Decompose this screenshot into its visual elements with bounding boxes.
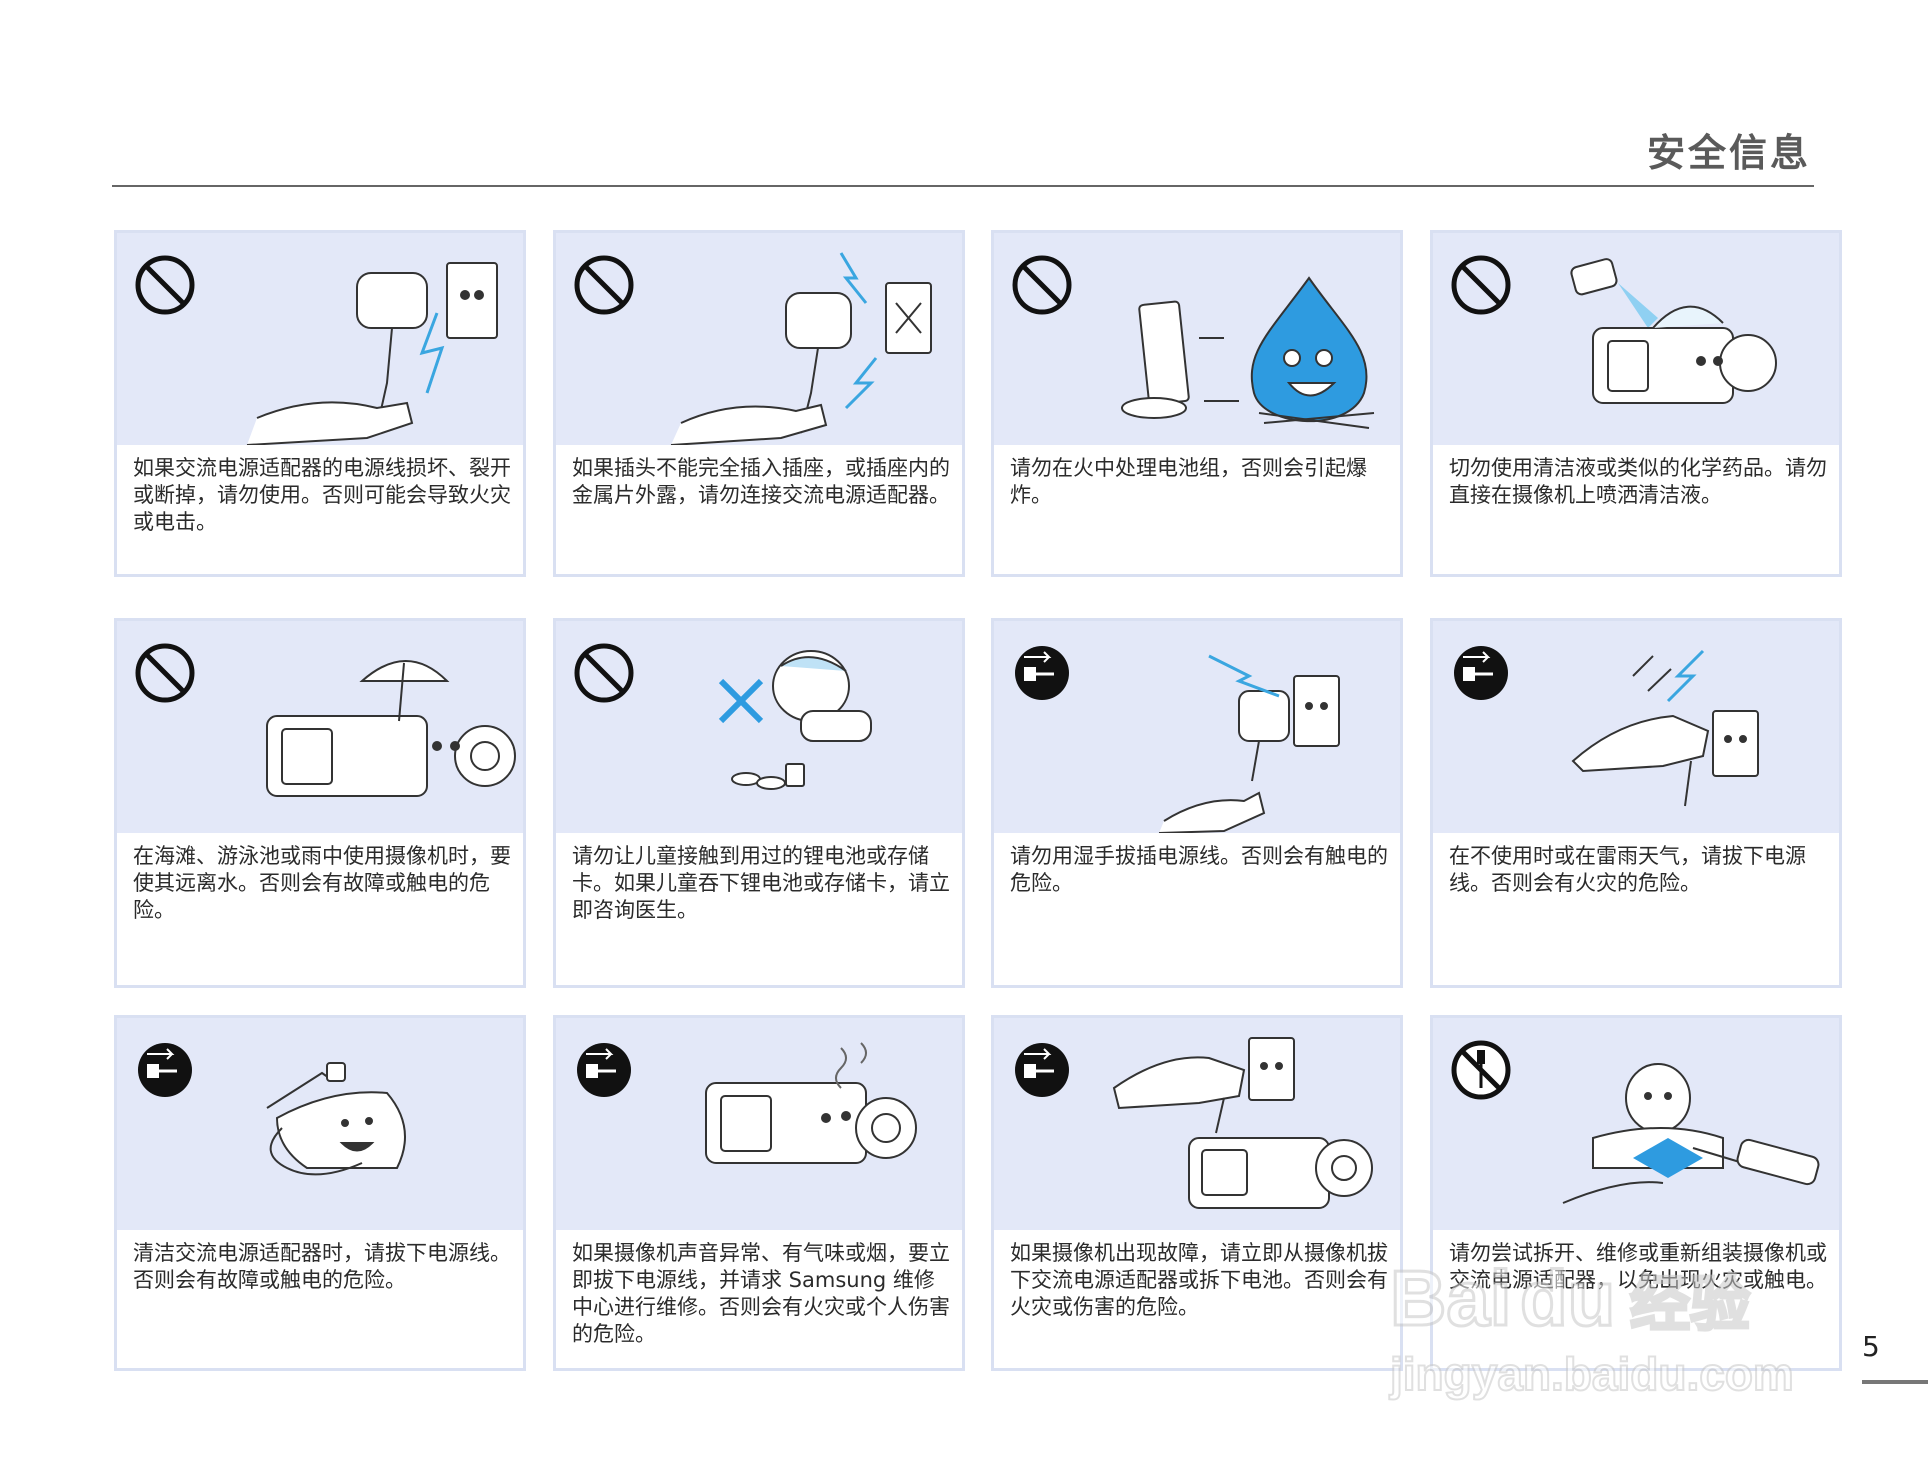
card-illustration	[1433, 621, 1839, 833]
card-illustration	[994, 1018, 1400, 1230]
card-text: 切勿使用清洁液或类似的化学药品。请勿直接在摄像机上喷洒清洁液。	[1449, 456, 1827, 507]
card-illustration	[556, 233, 962, 445]
safety-card-5: 在海滩、游泳池或雨中使用摄像机时，要使其远离水。否则会有故障或触电的危险。	[114, 618, 526, 988]
card-illustration	[1433, 1018, 1839, 1230]
card-text: 如果交流电源适配器的电源线损坏、裂开或断掉，请勿使用。否则可能会导致火灾或电击。	[133, 456, 511, 534]
baidu-watermark: Bai du 经验 jingyan.baidu.com	[1370, 1250, 1840, 1414]
page-number-bar	[1862, 1380, 1928, 1384]
safety-card-2: 如果插头不能完全插入插座，或插座内的金属片外露，请勿连接交流电源适配器。	[553, 230, 965, 577]
loose-plug-illustration	[670, 252, 932, 445]
unplug-icon	[577, 1043, 631, 1097]
svg-text:du: du	[1520, 1254, 1615, 1342]
svg-text:jingyan.baidu.com: jingyan.baidu.com	[1389, 1348, 1794, 1400]
wet-hands-plug-illustration	[1158, 654, 1340, 833]
screwdriver-shock-illustration	[1562, 1063, 1820, 1204]
card-text: 在不使用时或在雷雨天气，请拔下电源线。否则会有火灾的危险。	[1449, 844, 1806, 895]
safety-card-8: 在不使用时或在雷雨天气，请拔下电源线。否则会有火灾的危险。	[1430, 618, 1842, 988]
prohibition-icon	[574, 255, 634, 315]
child-with-batteries-illustration	[718, 650, 872, 790]
page-title: 安全信息	[1646, 131, 1811, 175]
svg-text:Bai: Bai	[1390, 1254, 1511, 1342]
card-illustration	[994, 233, 1400, 445]
card-text: 清洁交流电源适配器时，请拔下电源线。否则会有故障或触电的危险。	[133, 1241, 511, 1292]
battery-in-fire-illustration	[1121, 276, 1375, 429]
prohibition-icon	[574, 643, 634, 703]
card-illustration	[994, 621, 1400, 833]
cleaning-spray-illustration	[1570, 258, 1777, 404]
card-text: 如果插头不能完全插入插座，或插座内的金属片外露，请勿连接交流电源适配器。	[572, 456, 950, 507]
card-illustration	[556, 1018, 962, 1230]
card-illustration	[117, 233, 523, 445]
damaged-cord-illustration	[246, 262, 498, 445]
prohibition-icon	[135, 643, 195, 703]
smoking-camcorder-illustration	[705, 1042, 917, 1164]
safety-card-1: 如果交流电源适配器的电源线损坏、裂开或断掉，请勿使用。否则可能会导致火灾或电击。	[114, 230, 526, 577]
card-illustration	[556, 621, 962, 833]
card-illustration	[117, 1018, 523, 1230]
safety-card-4: 切勿使用清洁液或类似的化学药品。请勿直接在摄像机上喷洒清洁液。	[1430, 230, 1842, 577]
page-number: 5	[1862, 1330, 1880, 1363]
no-disassembly-icon	[1451, 1040, 1511, 1100]
thunderstorm-unplug-illustration	[1571, 649, 1759, 807]
prohibition-icon	[1012, 255, 1072, 315]
safety-card-7: 请勿用湿手拔插电源线。否则会有触电的危险。	[991, 618, 1403, 988]
safety-card-6: 请勿让儿童接触到用过的锂电池或存储卡。如果儿童吞下锂电池或存储卡，请立即咨询医生…	[553, 618, 965, 988]
card-text: 在海滩、游泳池或雨中使用摄像机时，要使其远离水。否则会有故障或触电的危险。	[133, 844, 511, 922]
camcorder-with-umbrella-illustration	[266, 660, 516, 797]
card-illustration	[1433, 233, 1839, 445]
unplug-icon	[1454, 646, 1508, 700]
prohibition-icon	[1451, 255, 1511, 315]
unplug-icon	[138, 1043, 192, 1097]
safety-card-9: 清洁交流电源适配器时，请拔下电源线。否则会有故障或触电的危险。	[114, 1015, 526, 1371]
svg-text:经验: 经验	[1630, 1270, 1750, 1340]
card-text: 如果摄像机声音异常、有气味或烟，要立即拔下电源线，并请求 Samsung 维修中…	[572, 1241, 950, 1346]
safety-card-3: 请勿在火中处理电池组，否则会引起爆炸。	[991, 230, 1403, 577]
adapter-cleaning-illustration	[266, 1062, 406, 1176]
card-text: 请勿让儿童接触到用过的锂电池或存储卡。如果儿童吞下锂电池或存储卡，请立即咨询医生…	[572, 844, 950, 922]
card-text: 请勿在火中处理电池组，否则会引起爆炸。	[1010, 456, 1367, 507]
malfunction-unplug-illustration	[1112, 1037, 1373, 1209]
prohibition-icon	[135, 255, 195, 315]
safety-card-11: 如果摄像机出现故障，请立即从摄像机拔下交流电源适配器或拆下电池。否则会有火灾或伤…	[991, 1015, 1403, 1371]
title-divider	[112, 185, 1814, 187]
card-illustration	[117, 621, 523, 833]
unplug-icon	[1015, 646, 1069, 700]
card-text: 请勿用湿手拔插电源线。否则会有触电的危险。	[1010, 844, 1388, 895]
card-text: 如果摄像机出现故障，请立即从摄像机拔下交流电源适配器或拆下电池。否则会有火灾或伤…	[1010, 1241, 1388, 1319]
unplug-icon	[1015, 1043, 1069, 1097]
safety-card-10: 如果摄像机声音异常、有气味或烟，要立即拔下电源线，并请求 Samsung 维修中…	[553, 1015, 965, 1371]
